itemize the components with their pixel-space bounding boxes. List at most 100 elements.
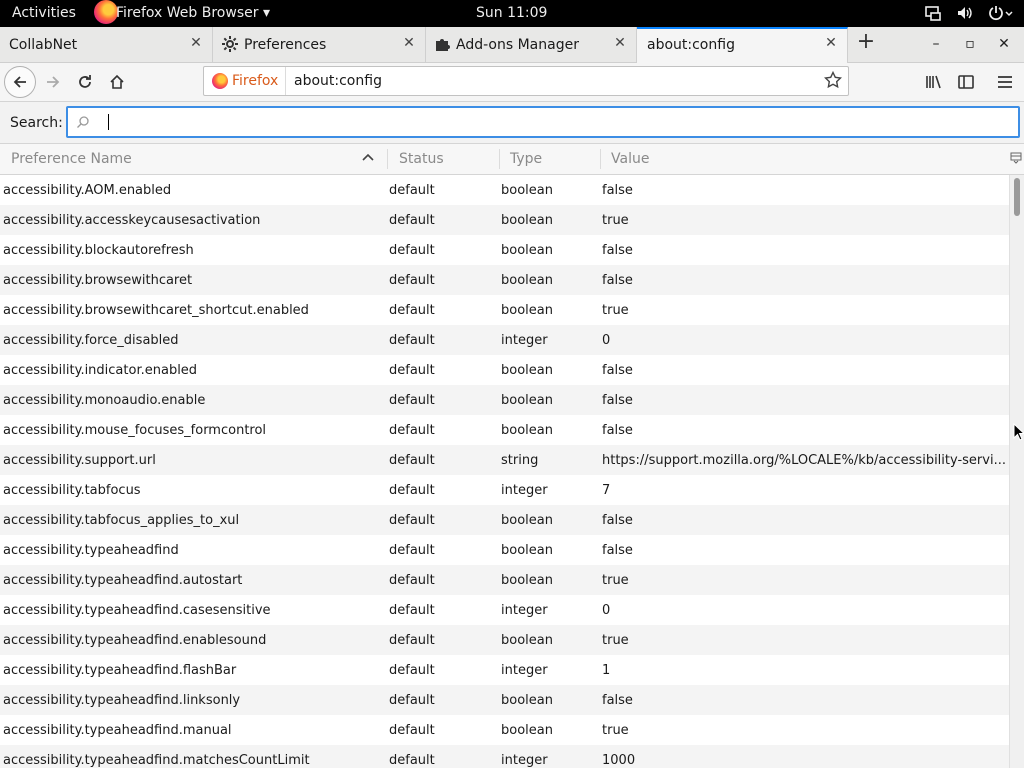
tree-header: Preference Name Status Type Value [0, 144, 1024, 175]
tab-close-icon[interactable]: ✕ [612, 35, 628, 51]
url-bar[interactable]: Firefox about:config [203, 66, 849, 96]
table-row[interactable]: accessibility.support.url default string ht… [0, 445, 1009, 475]
search-input[interactable] [96, 113, 996, 131]
value-cell: true [602, 633, 629, 648]
table-row[interactable]: accessibility.monoaudio.enable default boo… [0, 385, 1009, 415]
type-cell: boolean [501, 633, 553, 648]
value-cell: true [602, 723, 629, 738]
preferences-rows: accessibility.AOM.enabled default boolean f… [0, 175, 1009, 768]
type-cell: integer [501, 603, 548, 618]
column-header-preference-name[interactable]: Preference Name [11, 151, 132, 167]
table-row[interactable]: accessibility.force_disabled default integ… [0, 325, 1009, 355]
tab-label: about:config [647, 37, 735, 53]
column-header-status[interactable]: Status [399, 151, 444, 167]
preference-name-cell: accessibility.tabfocus [3, 483, 141, 498]
value-cell: 0 [602, 603, 611, 618]
table-row[interactable]: accessibility.typeaheadfind.casesensitiv… [0, 595, 1009, 625]
column-header-value[interactable]: Value [611, 151, 649, 167]
new-tab-button[interactable]: + [852, 31, 880, 55]
minimize-button[interactable]: – [926, 36, 946, 52]
system-tray[interactable] [924, 4, 1014, 22]
value-cell: false [602, 273, 633, 288]
table-row[interactable]: accessibility.browsewithcaret default bool… [0, 265, 1009, 295]
column-header-type[interactable]: Type [510, 151, 542, 167]
table-row[interactable]: accessibility.indicator.enabled default bo… [0, 355, 1009, 385]
home-button[interactable] [101, 66, 133, 98]
preference-name-cell: accessibility.browsewithcaret [3, 273, 193, 288]
status-cell: default [389, 273, 435, 288]
tab-preferences[interactable]: Preferences ✕ [213, 27, 426, 63]
value-cell: false [602, 243, 633, 258]
tab-collabnet[interactable]: CollabNet ✕ [0, 27, 213, 63]
type-cell: boolean [501, 243, 553, 258]
sort-ascending-icon[interactable] [362, 152, 374, 168]
status-cell: default [389, 243, 435, 258]
menu-button[interactable] [989, 66, 1021, 98]
column-divider[interactable] [499, 149, 500, 169]
type-cell: boolean [501, 273, 553, 288]
forward-button[interactable] [37, 66, 69, 98]
back-button[interactable] [4, 66, 36, 98]
reload-button[interactable] [69, 66, 101, 98]
tab-addons-manager[interactable]: Add-ons Manager ✕ [426, 27, 637, 63]
table-row[interactable]: accessibility.typeaheadfind.matchesCount… [0, 745, 1009, 768]
bookmark-star-icon[interactable] [823, 70, 843, 93]
activities-button[interactable]: Activities [12, 5, 76, 21]
firefox-logo-icon [94, 0, 118, 24]
tab-label: CollabNet [9, 37, 78, 53]
type-cell: integer [501, 483, 548, 498]
table-row[interactable]: accessibility.mouse_focuses_formcontrol d… [0, 415, 1009, 445]
network-icon[interactable] [924, 4, 942, 22]
type-cell: boolean [501, 303, 553, 318]
status-cell: default [389, 633, 435, 648]
table-row[interactable]: accessibility.typeaheadfind.autostart def… [0, 565, 1009, 595]
sidebar-button[interactable] [950, 66, 982, 98]
table-row[interactable]: accessibility.tabfocus_applies_to_xul def… [0, 505, 1009, 535]
app-menu[interactable]: Firefox Web Browser ▾ [94, 0, 270, 24]
identity-box[interactable]: Firefox [204, 67, 286, 95]
status-cell: default [389, 453, 435, 468]
value-cell: false [602, 543, 633, 558]
table-row[interactable]: accessibility.browsewithcaret_shortcut.e… [0, 295, 1009, 325]
window-close-button[interactable]: ✕ [994, 36, 1014, 52]
table-row[interactable]: accessibility.AOM.enabled default boolean f… [0, 175, 1009, 205]
library-button[interactable] [918, 66, 950, 98]
column-divider[interactable] [600, 149, 601, 169]
table-row[interactable]: accessibility.accesskeycausesactivation d… [0, 205, 1009, 235]
table-row[interactable]: accessibility.tabfocus default integer 7 [0, 475, 1009, 505]
column-divider[interactable] [387, 149, 388, 169]
table-row[interactable]: accessibility.typeaheadfind.flashBar defa… [0, 655, 1009, 685]
clock[interactable]: Sun 11:09 [476, 5, 547, 21]
value-cell: 7 [602, 483, 611, 498]
library-icon [926, 75, 941, 89]
url-text[interactable]: about:config [294, 73, 382, 89]
table-row[interactable]: accessibility.blockautorefresh default boo… [0, 235, 1009, 265]
mouse-cursor-icon [1013, 423, 1024, 441]
type-cell: boolean [501, 513, 553, 528]
table-row[interactable]: accessibility.typeaheadfind default boolea… [0, 535, 1009, 565]
value-cell: true [602, 213, 629, 228]
value-cell: true [602, 303, 629, 318]
navigation-toolbar: Firefox about:config [0, 63, 1024, 102]
table-row[interactable]: accessibility.typeaheadfind.linksonly def… [0, 685, 1009, 715]
tab-label: Preferences [244, 37, 327, 53]
table-row[interactable]: accessibility.typeaheadfind.enablesound d… [0, 625, 1009, 655]
tab-close-icon[interactable]: ✕ [188, 35, 204, 51]
tab-about-config[interactable]: about:config ✕ [637, 27, 848, 63]
column-picker-icon[interactable] [1010, 152, 1022, 168]
tab-close-icon[interactable]: ✕ [401, 35, 417, 51]
search-box[interactable] [66, 106, 1020, 138]
table-row[interactable]: accessibility.typeaheadfind.manual defaul… [0, 715, 1009, 745]
value-cell: 1 [602, 663, 611, 678]
tab-close-icon[interactable]: ✕ [823, 35, 839, 51]
scrollbar-thumb[interactable] [1014, 178, 1020, 216]
vertical-scrollbar[interactable] [1009, 175, 1024, 768]
status-cell: default [389, 573, 435, 588]
volume-icon[interactable] [956, 4, 974, 22]
back-arrow-icon [13, 76, 26, 88]
firefox-identity-icon [212, 73, 228, 89]
maximize-button[interactable]: ▫ [960, 36, 980, 52]
home-icon [110, 74, 124, 89]
power-icon[interactable] [988, 4, 1014, 22]
status-cell: default [389, 693, 435, 708]
